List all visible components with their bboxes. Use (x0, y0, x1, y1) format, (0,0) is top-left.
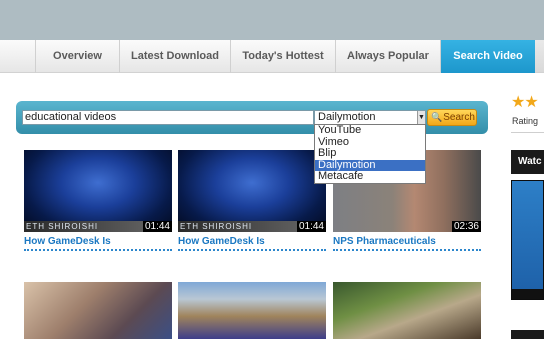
watch-header: Watc (511, 150, 544, 174)
search-button-label: Search (443, 112, 475, 123)
top-banner (0, 0, 544, 40)
video-title-link[interactable]: How GameDesk Is (24, 236, 172, 248)
video-thumbnail[interactable] (178, 282, 326, 339)
search-input[interactable]: educational videos (22, 110, 314, 125)
video-title-link[interactable]: NPS Pharmaceuticals (333, 236, 481, 248)
source-select[interactable]: Dailymotion ▼ (314, 110, 426, 125)
video-description (24, 249, 172, 254)
main-navigation: Overview Latest Download Today's Hottest… (0, 40, 544, 73)
rating-stars-icon[interactable]: ★★ (511, 92, 539, 112)
video-thumbnail[interactable]: ETH SHIROISHI 01:44 (24, 150, 172, 232)
tab-overview[interactable]: Overview (36, 40, 120, 73)
video-title-link[interactable]: How GameDesk Is (178, 236, 326, 248)
dropdown-option-youtube[interactable]: YouTube (315, 124, 425, 137)
sidebar-divider (511, 132, 544, 133)
tab-always-popular[interactable]: Always Popular (336, 40, 441, 73)
video-duration: 01:44 (142, 221, 172, 232)
nav-spacer (0, 40, 36, 73)
video-duration: 02:36 (451, 221, 481, 232)
tab-search-video[interactable]: Search Video (441, 40, 535, 73)
player-controls[interactable] (512, 289, 543, 299)
video-description (333, 249, 481, 254)
source-dropdown-list[interactable]: YouTube Vimeo Blip Dailymotion Metacafe (314, 124, 426, 184)
chevron-down-icon[interactable]: ▼ (417, 111, 425, 124)
rating-label: Rating (512, 116, 539, 126)
search-button[interactable]: 🔍Search (427, 109, 477, 126)
sidebar-bottom-bar (511, 330, 544, 339)
dropdown-option-metacafe[interactable]: Metacafe (315, 171, 425, 183)
sidebar-video-player[interactable] (511, 180, 544, 300)
video-description (178, 249, 326, 254)
tab-latest-download[interactable]: Latest Download (120, 40, 231, 73)
tab-todays-hottest[interactable]: Today's Hottest (231, 40, 336, 73)
video-duration: 01:44 (296, 221, 326, 232)
nav-tail (535, 40, 544, 72)
video-thumbnail[interactable]: ETH SHIROISHI 01:44 (178, 150, 326, 232)
video-thumbnail[interactable] (24, 282, 172, 339)
source-select-value: Dailymotion (318, 111, 376, 123)
search-icon: 🔍 (431, 112, 443, 122)
video-thumbnail[interactable] (333, 282, 481, 339)
